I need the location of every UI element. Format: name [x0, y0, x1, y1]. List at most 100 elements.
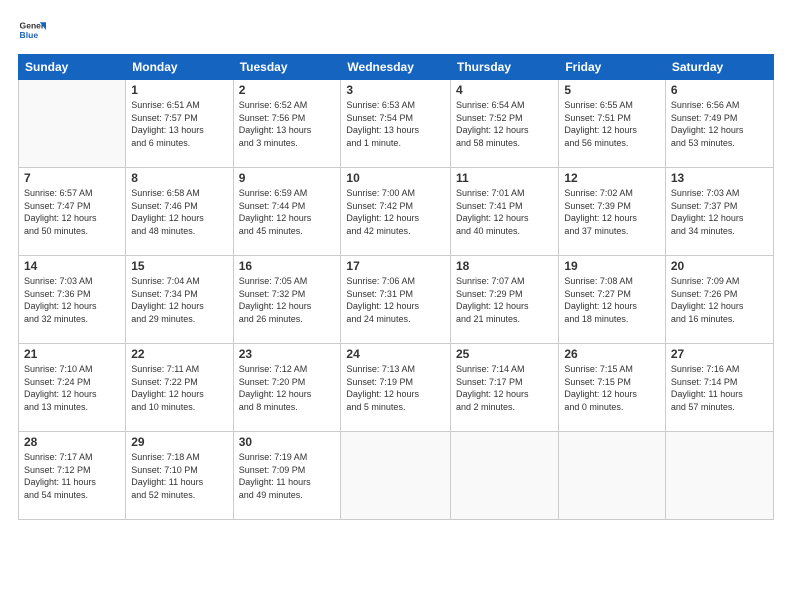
calendar-cell: 19 Sunrise: 7:08 AMSunset: 7:27 PMDayligh… — [559, 256, 666, 344]
col-monday: Monday — [126, 55, 233, 80]
calendar-cell: 28 Sunrise: 7:17 AMSunset: 7:12 PMDayligh… — [19, 432, 126, 520]
svg-text:General: General — [20, 20, 46, 30]
calendar-cell — [559, 432, 666, 520]
calendar-cell: 4 Sunrise: 6:54 AMSunset: 7:52 PMDaylight… — [451, 80, 559, 168]
calendar-cell: 23 Sunrise: 7:12 AMSunset: 7:20 PMDayligh… — [233, 344, 341, 432]
calendar-cell: 9 Sunrise: 6:59 AMSunset: 7:44 PMDaylight… — [233, 168, 341, 256]
calendar-cell: 7 Sunrise: 6:57 AMSunset: 7:47 PMDaylight… — [19, 168, 126, 256]
day-info: Sunrise: 7:08 AMSunset: 7:27 PMDaylight:… — [564, 275, 660, 325]
day-number: 4 — [456, 83, 553, 97]
calendar-cell: 25 Sunrise: 7:14 AMSunset: 7:17 PMDayligh… — [451, 344, 559, 432]
day-info: Sunrise: 7:04 AMSunset: 7:34 PMDaylight:… — [131, 275, 227, 325]
day-number: 10 — [346, 171, 445, 185]
calendar-cell: 22 Sunrise: 7:11 AMSunset: 7:22 PMDayligh… — [126, 344, 233, 432]
day-number: 3 — [346, 83, 445, 97]
day-info: Sunrise: 7:15 AMSunset: 7:15 PMDaylight:… — [564, 363, 660, 413]
day-number: 2 — [239, 83, 336, 97]
day-info: Sunrise: 7:19 AMSunset: 7:09 PMDaylight:… — [239, 451, 336, 501]
day-info: Sunrise: 6:53 AMSunset: 7:54 PMDaylight:… — [346, 99, 445, 149]
day-number: 29 — [131, 435, 227, 449]
calendar-header-row: Sunday Monday Tuesday Wednesday Thursday… — [19, 55, 774, 80]
calendar-cell: 5Sunrise: 6:55 AMSunset: 7:51 PMDaylight… — [559, 80, 666, 168]
calendar-cell: 20 Sunrise: 7:09 AMSunset: 7:26 PMDayligh… — [665, 256, 773, 344]
day-info: Sunrise: 6:55 AMSunset: 7:51 PMDaylight:… — [564, 99, 660, 149]
col-saturday: Saturday — [665, 55, 773, 80]
day-info: Sunrise: 7:17 AMSunset: 7:12 PMDaylight:… — [24, 451, 120, 501]
col-wednesday: Wednesday — [341, 55, 451, 80]
day-number: 1 — [131, 83, 227, 97]
day-info: Sunrise: 7:07 AMSunset: 7:29 PMDaylight:… — [456, 275, 553, 325]
day-info: Sunrise: 7:06 AMSunset: 7:31 PMDaylight:… — [346, 275, 445, 325]
calendar-cell: 24 Sunrise: 7:13 AMSunset: 7:19 PMDayligh… — [341, 344, 451, 432]
calendar-table: Sunday Monday Tuesday Wednesday Thursday… — [18, 54, 774, 520]
day-number: 19 — [564, 259, 660, 273]
day-number: 20 — [671, 259, 768, 273]
day-info: Sunrise: 7:05 AMSunset: 7:32 PMDaylight:… — [239, 275, 336, 325]
day-number: 27 — [671, 347, 768, 361]
day-number: 17 — [346, 259, 445, 273]
day-number: 25 — [456, 347, 553, 361]
day-number: 16 — [239, 259, 336, 273]
calendar-cell: 17 Sunrise: 7:06 AMSunset: 7:31 PMDayligh… — [341, 256, 451, 344]
day-number: 22 — [131, 347, 227, 361]
day-info: Sunrise: 6:59 AMSunset: 7:44 PMDaylight:… — [239, 187, 336, 237]
day-number: 23 — [239, 347, 336, 361]
calendar-cell: 15 Sunrise: 7:04 AMSunset: 7:34 PMDayligh… — [126, 256, 233, 344]
day-number: 30 — [239, 435, 336, 449]
calendar-cell: 10 Sunrise: 7:00 AMSunset: 7:42 PMDayligh… — [341, 168, 451, 256]
calendar-cell: 29 Sunrise: 7:18 AMSunset: 7:10 PMDayligh… — [126, 432, 233, 520]
day-info: Sunrise: 7:09 AMSunset: 7:26 PMDaylight:… — [671, 275, 768, 325]
day-info: Sunrise: 7:10 AMSunset: 7:24 PMDaylight:… — [24, 363, 120, 413]
day-info: Sunrise: 7:00 AMSunset: 7:42 PMDaylight:… — [346, 187, 445, 237]
calendar-cell: 16 Sunrise: 7:05 AMSunset: 7:32 PMDayligh… — [233, 256, 341, 344]
svg-text:Blue: Blue — [20, 30, 39, 40]
calendar-week-row: 14 Sunrise: 7:03 AMSunset: 7:36 PMDayligh… — [19, 256, 774, 344]
calendar-cell: 27 Sunrise: 7:16 AMSunset: 7:14 PMDayligh… — [665, 344, 773, 432]
calendar-cell: 2Sunrise: 6:52 AMSunset: 7:56 PMDaylight… — [233, 80, 341, 168]
page-header: General Blue — [18, 16, 774, 44]
day-number: 28 — [24, 435, 120, 449]
day-info: Sunrise: 7:11 AMSunset: 7:22 PMDaylight:… — [131, 363, 227, 413]
day-info: Sunrise: 7:03 AMSunset: 7:36 PMDaylight:… — [24, 275, 120, 325]
day-number: 24 — [346, 347, 445, 361]
day-info: Sunrise: 6:56 AMSunset: 7:49 PMDaylight:… — [671, 99, 768, 149]
col-friday: Friday — [559, 55, 666, 80]
logo: General Blue — [18, 16, 46, 44]
calendar-cell: 8 Sunrise: 6:58 AMSunset: 7:46 PMDaylight… — [126, 168, 233, 256]
day-number: 15 — [131, 259, 227, 273]
calendar-cell — [451, 432, 559, 520]
day-info: Sunrise: 7:12 AMSunset: 7:20 PMDaylight:… — [239, 363, 336, 413]
calendar-cell — [19, 80, 126, 168]
calendar-week-row: 7 Sunrise: 6:57 AMSunset: 7:47 PMDaylight… — [19, 168, 774, 256]
day-info: Sunrise: 6:57 AMSunset: 7:47 PMDaylight:… — [24, 187, 120, 237]
calendar-week-row: 21 Sunrise: 7:10 AMSunset: 7:24 PMDayligh… — [19, 344, 774, 432]
calendar-cell: 13 Sunrise: 7:03 AMSunset: 7:37 PMDayligh… — [665, 168, 773, 256]
calendar-week-row: 28 Sunrise: 7:17 AMSunset: 7:12 PMDayligh… — [19, 432, 774, 520]
day-info: Sunrise: 7:16 AMSunset: 7:14 PMDaylight:… — [671, 363, 768, 413]
day-number: 14 — [24, 259, 120, 273]
day-info: Sunrise: 6:51 AMSunset: 7:57 PMDaylight:… — [131, 99, 227, 149]
col-sunday: Sunday — [19, 55, 126, 80]
day-number: 26 — [564, 347, 660, 361]
day-number: 21 — [24, 347, 120, 361]
day-info: Sunrise: 7:18 AMSunset: 7:10 PMDaylight:… — [131, 451, 227, 501]
day-number: 9 — [239, 171, 336, 185]
day-info: Sunrise: 6:58 AMSunset: 7:46 PMDaylight:… — [131, 187, 227, 237]
day-number: 6 — [671, 83, 768, 97]
calendar-cell: 1 Sunrise: 6:51 AMSunset: 7:57 PMDaylight… — [126, 80, 233, 168]
calendar-cell: 11Sunrise: 7:01 AMSunset: 7:41 PMDayligh… — [451, 168, 559, 256]
col-thursday: Thursday — [451, 55, 559, 80]
day-number: 7 — [24, 171, 120, 185]
day-info: Sunrise: 6:54 AMSunset: 7:52 PMDaylight:… — [456, 99, 553, 149]
day-info: Sunrise: 7:13 AMSunset: 7:19 PMDaylight:… — [346, 363, 445, 413]
day-info: Sunrise: 7:14 AMSunset: 7:17 PMDaylight:… — [456, 363, 553, 413]
day-number: 12 — [564, 171, 660, 185]
calendar-cell: 30 Sunrise: 7:19 AMSunset: 7:09 PMDayligh… — [233, 432, 341, 520]
day-info: Sunrise: 7:03 AMSunset: 7:37 PMDaylight:… — [671, 187, 768, 237]
day-number: 8 — [131, 171, 227, 185]
logo-icon: General Blue — [18, 16, 46, 44]
day-number: 13 — [671, 171, 768, 185]
calendar-cell: 6 Sunrise: 6:56 AMSunset: 7:49 PMDaylight… — [665, 80, 773, 168]
day-info: Sunrise: 7:01 AMSunset: 7:41 PMDaylight:… — [456, 187, 553, 237]
calendar-cell: 3 Sunrise: 6:53 AMSunset: 7:54 PMDaylight… — [341, 80, 451, 168]
